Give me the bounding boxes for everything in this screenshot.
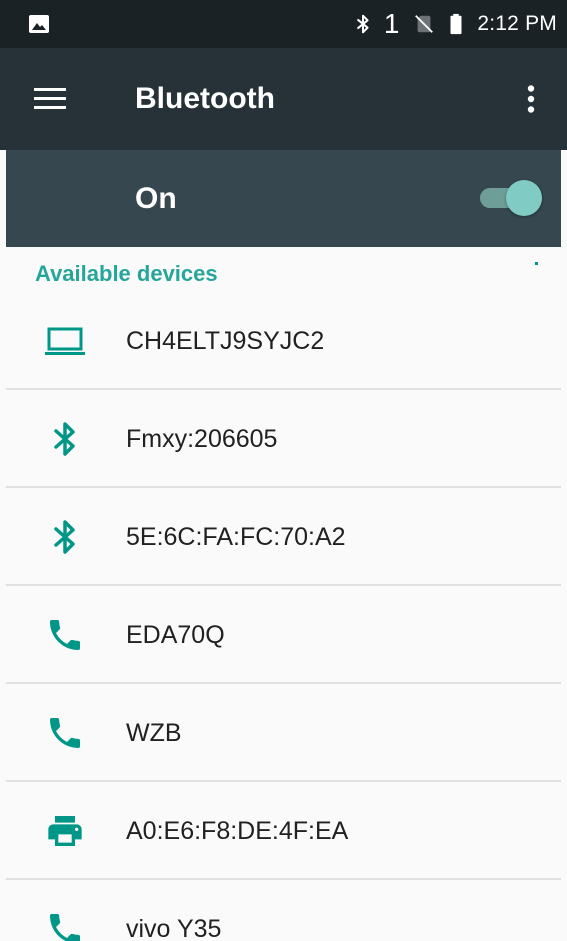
more-vert-icon xyxy=(527,85,535,113)
more-options-button[interactable] xyxy=(513,80,549,118)
device-name: 5E:6C:FA:FC:70:A2 xyxy=(126,523,346,551)
row-divider xyxy=(6,388,561,390)
status-bar: 1 2:12 PM xyxy=(0,0,567,48)
device-row[interactable]: A0:E6:F8:DE:4F:EA xyxy=(6,783,561,880)
status-time: 2:12 PM xyxy=(477,12,557,35)
device-name: WZB xyxy=(126,719,182,747)
row-divider xyxy=(6,878,561,880)
scanning-indicator xyxy=(535,262,538,265)
device-name: A0:E6:F8:DE:4F:EA xyxy=(126,817,349,845)
device-row[interactable]: WZB xyxy=(6,685,561,782)
row-divider xyxy=(6,584,561,586)
device-row[interactable]: CH4ELTJ9SYJC2 xyxy=(6,293,561,390)
bluetooth-toggle[interactable] xyxy=(480,180,542,216)
device-name: Fmxy:206605 xyxy=(126,425,278,453)
phone-icon xyxy=(50,620,80,650)
toggle-thumb xyxy=(506,180,542,216)
menu-button[interactable] xyxy=(30,83,70,115)
device-name: vivo Y35 xyxy=(126,915,222,941)
row-divider xyxy=(6,780,561,782)
device-name: EDA70Q xyxy=(126,621,225,649)
device-row[interactable]: EDA70Q xyxy=(6,587,561,684)
phone-icon xyxy=(50,914,80,941)
bluetooth-icon xyxy=(54,422,75,456)
menu-icon xyxy=(34,88,66,109)
device-row[interactable]: Fmxy:206605 xyxy=(6,391,561,488)
phone-icon xyxy=(50,718,80,748)
row-divider xyxy=(6,486,561,488)
device-row[interactable]: 5E:6C:FA:FC:70:A2 xyxy=(6,489,561,586)
bluetooth-settings-screen: 1 2:12 PM Bluetooth On Available devices… xyxy=(0,0,567,941)
notification-count: 1 xyxy=(383,8,400,39)
battery-icon xyxy=(450,13,462,35)
image-icon xyxy=(29,15,49,33)
status-icons: 1 2:12 PM xyxy=(352,0,557,48)
printer-icon xyxy=(48,816,82,846)
page-title: Bluetooth xyxy=(135,82,275,115)
device-list-area: Available devices CH4ELTJ9SYJC2 Fmxy:206… xyxy=(6,247,561,941)
device-row[interactable]: vivo Y35 xyxy=(6,881,561,941)
bluetooth-switch-bar[interactable]: On xyxy=(6,150,561,247)
sim-missing-icon xyxy=(415,15,434,33)
switch-label: On xyxy=(135,182,177,215)
bluetooth-icon xyxy=(356,14,369,34)
device-name: CH4ELTJ9SYJC2 xyxy=(126,327,325,355)
app-bar: Bluetooth xyxy=(0,48,567,150)
laptop-icon xyxy=(45,327,85,355)
available-devices-header: Available devices xyxy=(35,261,218,286)
row-divider xyxy=(6,682,561,684)
bluetooth-icon xyxy=(54,520,75,554)
